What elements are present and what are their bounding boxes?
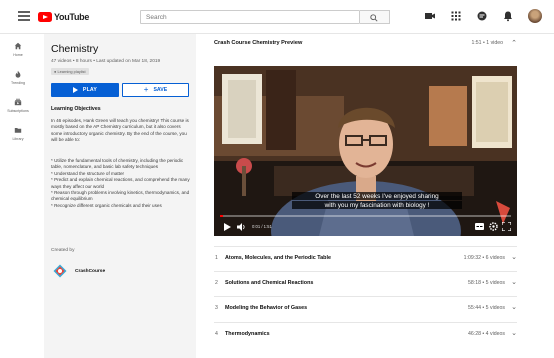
flame-icon [15,70,21,78]
video-player[interactable]: Over the last 52 weeks I've enjoyed shar… [214,66,517,236]
nav-label: Trending [10,81,26,85]
play-icon [72,87,78,93]
preview-header[interactable]: Crash Course Chemistry Preview 1:51 • 1 … [214,40,517,52]
logo-play-icon [38,12,52,22]
nav-item-subscriptions[interactable]: Subscriptions [0,98,36,113]
subscriptions-icon [14,98,22,106]
section-title: Solutions and Chemical Reactions [225,280,314,286]
settings-gear-icon[interactable] [489,222,498,231]
playlist-objectives-list: * Utilize the fundamental tools of chemi… [51,158,190,208]
messages-icon[interactable] [476,10,488,22]
section-meta: 46:28 • 4 videos [467,331,505,337]
creator-name[interactable]: CrashCourse [75,269,105,274]
section-number: 2 [215,280,218,286]
chevron-up-icon[interactable]: ⌃ [511,39,517,47]
nav-label: Library [12,137,24,141]
section-item[interactable]: 1 Atoms, Molecules, and the Periodic Tab… [214,246,517,268]
section-number: 4 [215,331,218,337]
play-button[interactable]: PLAY [51,83,119,97]
section-title: Atoms, Molecules, and the Periodic Table [225,255,331,261]
logo-text: YouTube [54,12,90,22]
create-video-icon[interactable] [424,10,436,22]
save-button-label: SAVE [153,87,168,93]
preview-meta: 1:51 • 1 video [471,40,503,46]
section-item[interactable]: 2 Solutions and Chemical Reactions 58:18… [214,271,517,293]
section-title: Thermodynamics [225,331,270,337]
youtube-logo[interactable]: YouTube [38,11,89,23]
playlist-meta: 47 videos • 8 hours • Last updated on Ma… [51,59,161,64]
caption-line-1: Over the last 52 weeks I've enjoyed shar… [292,192,462,200]
search-button[interactable] [360,10,390,24]
learning-objectives-title: Learning Objectives [51,106,101,112]
section-item[interactable]: 3 Modeling the Behavior of Gases 55:44 •… [214,296,517,318]
fullscreen-icon[interactable] [502,222,511,231]
time-display: 0:01 / 1:51 [252,224,272,229]
progress-bar[interactable] [220,215,511,217]
section-title: Modeling the Behavior of Gases [225,305,308,311]
plus-icon: + [143,85,149,94]
nav-item-trending[interactable]: Trending [0,70,36,85]
playlist-intro: In 46 episodes, Hank Green will teach yo… [51,118,189,143]
apps-grid-icon[interactable] [450,10,462,22]
search-icon [370,14,378,22]
nav-label: Home [13,53,23,57]
subtitles-icon[interactable] [475,223,484,230]
folder-icon [14,128,22,133]
playlist-panel: Chemistry 47 videos • 8 hours • Last upd… [44,34,196,358]
chevron-down-icon[interactable]: ⌄ [511,253,517,261]
preview-title: Crash Course Chemistry Preview [214,40,303,46]
top-bar: YouTube Search [0,0,554,34]
nav-item-library[interactable]: Library [0,126,36,141]
chevron-down-icon[interactable]: ⌄ [511,303,517,311]
bell-icon[interactable] [502,10,514,22]
play-button-label: PLAY [82,87,98,93]
volume-icon[interactable] [237,223,246,231]
playlist-title: Chemistry [51,43,99,55]
caption-line-2: with you my fascination with biology ! [292,201,462,209]
nav-label: Subscriptions [7,109,29,113]
section-number: 1 [215,255,218,261]
home-icon [14,42,22,50]
created-by-label: Created by [51,248,75,253]
video-frame [214,66,517,236]
crashcourse-logo-icon[interactable] [53,264,67,278]
save-button[interactable]: + SAVE [122,83,189,97]
section-number: 3 [215,305,218,311]
player-controls: 0:01 / 1:51 [214,218,517,236]
play-icon[interactable] [224,223,231,231]
search-input[interactable]: Search [140,10,360,24]
nav-item-home[interactable]: Home [0,42,36,57]
menu-icon[interactable] [18,11,30,21]
section-meta: 1:09:32 • 6 videos [463,255,505,261]
avatar[interactable] [528,9,542,23]
section-item[interactable]: 4 Thermodynamics 46:28 • 4 videos ⌄ [214,322,517,344]
section-meta: 55:44 • 5 videos [467,305,505,311]
badge-label: Learning playlist [57,69,86,74]
badge-icon: ● [54,69,57,74]
learning-playlist-badge: ● Learning playlist [51,68,89,75]
left-nav: Home Trending Subscriptions Library [0,34,36,358]
section-meta: 58:18 • 5 videos [467,280,505,286]
chevron-down-icon[interactable]: ⌄ [511,329,517,337]
progress-fill [220,215,223,217]
chevron-down-icon[interactable]: ⌄ [511,278,517,286]
